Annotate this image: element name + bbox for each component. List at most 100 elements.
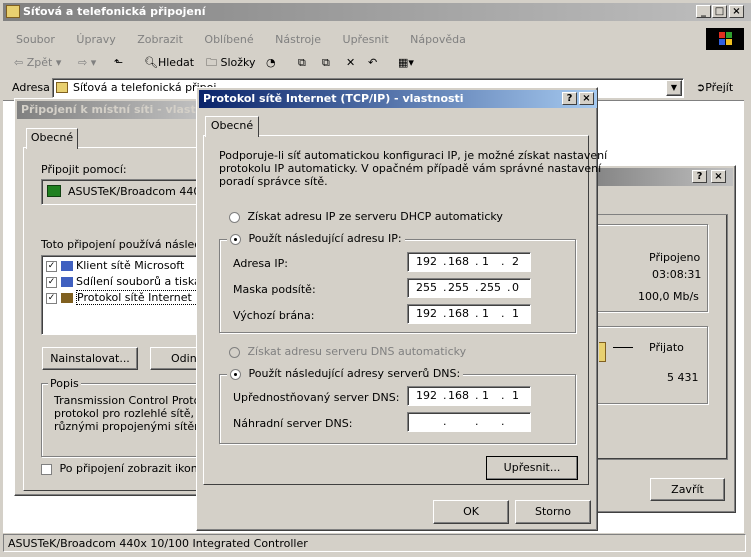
- speed-value: 100,0 Mb/s: [638, 290, 699, 303]
- forward-arrow-icon[interactable]: ⇨ ▾: [78, 52, 96, 74]
- history-icon[interactable]: ◔: [266, 52, 276, 74]
- dns1-octet: 1: [482, 389, 489, 402]
- status-text: ASUSTeK/Broadcom 440x 10/100 Integrated …: [8, 537, 308, 550]
- radio-static[interactable]: [230, 233, 241, 245]
- ip-octet: 168: [448, 255, 469, 268]
- show-icon-checkbox[interactable]: [41, 463, 52, 475]
- copy-to-icon[interactable]: ⧉: [322, 52, 330, 74]
- list-item[interactable]: ✓ Sdílení souborů a tiskár: [46, 275, 205, 288]
- description-line: různými propojenými sítěmi.: [54, 420, 212, 433]
- list-item-label: Protokol sítě Internet (TC: [76, 290, 210, 305]
- radio-dns-static-option[interactable]: Použít následující adresy serverů DNS:: [227, 367, 464, 380]
- menu-nastroje[interactable]: Nástroje: [275, 33, 321, 46]
- dns2-label: Náhradní server DNS:: [233, 417, 353, 430]
- up-folder-icon[interactable]: ⬑: [114, 52, 123, 74]
- folder-icon: [56, 82, 68, 93]
- menu-upresnit[interactable]: Upřesnit: [343, 33, 389, 46]
- tcpip-close-button[interactable]: ×: [579, 92, 594, 105]
- list-item-label: Sdílení souborů a tiskár: [76, 275, 206, 288]
- ok-button[interactable]: OK: [433, 500, 509, 524]
- advanced-button[interactable]: Upřesnit...: [486, 456, 578, 480]
- folders-button[interactable]: 🗀 Složky: [206, 52, 256, 74]
- search-button[interactable]: 🔍︎Hledat: [144, 52, 194, 74]
- tcpip-title: Protokol sítě Internet (TCP/IP) - vlastn…: [203, 92, 464, 105]
- intro-line: Podporuje-li síť automatickou konfigurac…: [219, 149, 608, 162]
- radio-dns-auto-label: Získat adresu serveru DNS automaticky: [247, 345, 467, 358]
- protocol-icon: [60, 293, 73, 303]
- maximize-button[interactable]: □: [712, 5, 727, 18]
- status-help-button[interactable]: ?: [692, 170, 707, 183]
- duration-value: 03:08:31: [652, 268, 702, 281]
- status-close-dialog-button[interactable]: Zavřít: [650, 478, 725, 501]
- radio-dns-auto-option[interactable]: Získat adresu serveru DNS automaticky: [229, 345, 466, 358]
- gateway-field[interactable]: 192. 168. 1. 1: [407, 304, 531, 324]
- network-computer-icon: [599, 342, 606, 362]
- intro-line: poradí správce sítě.: [219, 175, 328, 188]
- tcpip-tab-label: Obecné: [210, 119, 254, 132]
- item-checkbox[interactable]: ✓: [46, 276, 57, 288]
- main-title: Síťová a telefonická připojení: [23, 5, 206, 18]
- tcpip-tab-general[interactable]: Obecné: [205, 116, 259, 137]
- install-button[interactable]: Nainstalovat...: [42, 347, 138, 370]
- radio-dhcp[interactable]: [229, 211, 240, 223]
- toolbar: ⇦ Zpět ▾ ⇨ ▾ ⬑ 🔍︎Hledat 🗀 Složky ◔ ⧉ ⧉ ✕…: [8, 52, 744, 74]
- cancel-button[interactable]: Storno: [515, 500, 591, 524]
- ip-octet: 2: [512, 255, 519, 268]
- radio-static-option[interactable]: Použít následující adresu IP:: [227, 232, 405, 245]
- list-item[interactable]: ✓ Klient sítě Microsoft: [46, 259, 184, 272]
- mask-label: Maska podsítě:: [233, 283, 316, 296]
- status-dialog: ? × Připojeno 03:08:31 100,0 Mb/s Přijat…: [580, 165, 736, 513]
- dns1-label: Upřednostňovaný server DNS:: [233, 391, 400, 404]
- subnet-mask-field[interactable]: 255. 255. 255. 0: [407, 278, 531, 298]
- description-title: Popis: [48, 377, 81, 390]
- radio-dns-static[interactable]: [230, 368, 241, 380]
- components-list[interactable]: ✓ Klient sítě Microsoft ✓ Sdílení soubor…: [41, 255, 211, 335]
- delete-icon[interactable]: ✕: [346, 52, 355, 74]
- tcpip-help-button[interactable]: ?: [562, 92, 577, 105]
- undo-icon[interactable]: ↶: [368, 52, 377, 74]
- item-checkbox[interactable]: ✓: [46, 260, 57, 272]
- menu-zobrazit[interactable]: Zobrazit: [137, 33, 183, 46]
- address-label: Adresa: [12, 81, 50, 94]
- connect-using-label: Připojit pomocí:: [41, 163, 127, 176]
- main-title-bar: Síťová a telefonická připojení _ □ ×: [3, 3, 751, 21]
- ip-octet: 192: [416, 255, 437, 268]
- status-value: Připojeno: [649, 251, 701, 264]
- back-arrow-icon[interactable]: ⇦ Zpět ▾: [14, 52, 61, 74]
- menu-oblibene[interactable]: Oblíbené: [204, 33, 253, 46]
- preferred-dns-field[interactable]: 192. 168. 1. 1: [407, 386, 531, 406]
- radio-dhcp-option[interactable]: Získat adresu IP ze serveru DHCP automat…: [229, 210, 503, 223]
- show-icon-option[interactable]: Po připojení zobrazit ikonu n: [41, 462, 215, 475]
- menu-napoveda[interactable]: Nápověda: [410, 33, 466, 46]
- tcpip-title-bar: Protokol sítě Internet (TCP/IP) - vlastn…: [199, 90, 597, 108]
- list-item[interactable]: ✓ Protokol sítě Internet (TC: [46, 290, 210, 305]
- item-checkbox[interactable]: ✓: [46, 292, 57, 304]
- status-close-button[interactable]: ×: [711, 170, 726, 183]
- go-button[interactable]: ➲Přejít: [696, 81, 733, 94]
- received-label: Přijato: [649, 341, 684, 354]
- ip-address-field[interactable]: 192. 168. 1. 2: [407, 252, 531, 272]
- radio-dhcp-label: Získat adresu IP ze serveru DHCP automat…: [247, 210, 503, 223]
- menu-upravy[interactable]: Úpravy: [76, 33, 115, 46]
- address-dropdown[interactable]: ▼: [666, 80, 682, 96]
- gateway-octet: 1: [512, 307, 519, 320]
- show-icon-label: Po připojení zobrazit ikonu n: [59, 462, 216, 475]
- mask-octet: 0: [512, 281, 519, 294]
- back-label: Zpět: [26, 56, 53, 69]
- dns1-octet: 192: [416, 389, 437, 402]
- alternate-dns-field[interactable]: . . .: [407, 412, 531, 432]
- dns1-octet: 1: [512, 389, 519, 402]
- local-tab-general[interactable]: Obecné: [26, 128, 78, 149]
- description-line: protokol pro rozlehlé sítě, kter: [54, 407, 220, 420]
- close-button[interactable]: ×: [729, 5, 744, 18]
- description-group: Popis Transmission Control Protocol prot…: [41, 377, 220, 457]
- minimize-button[interactable]: _: [696, 5, 711, 18]
- local-connection-dialog: Připojení k místní síti - vlastnost Obec…: [14, 98, 220, 496]
- views-icon[interactable]: ▦▾: [398, 52, 414, 74]
- menu-soubor[interactable]: Soubor: [16, 33, 55, 46]
- radio-dns-auto[interactable]: [229, 346, 240, 358]
- activity-line: [613, 347, 633, 348]
- radio-dns-static-label: Použít následující adresy serverů DNS:: [248, 367, 461, 380]
- move-to-icon[interactable]: ⧉: [298, 52, 306, 74]
- folders-icon: 🗀: [206, 56, 217, 69]
